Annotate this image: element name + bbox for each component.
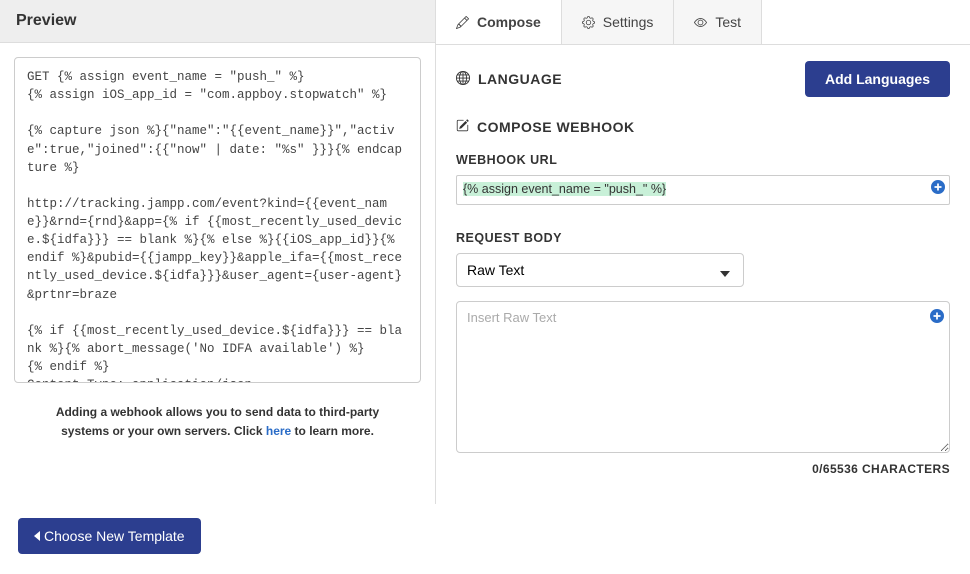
plus-circle-icon[interactable] xyxy=(930,309,944,323)
edit-icon xyxy=(456,119,469,135)
request-body-type-select[interactable]: Raw Text xyxy=(456,253,744,287)
preview-code: GET {% assign event_name = "push_" %} {%… xyxy=(14,57,421,383)
request-body-label: REQUEST BODY xyxy=(456,231,950,245)
character-count: 0/65536 CHARACTERS xyxy=(456,462,950,476)
preview-help-text: Adding a webhook allows you to send data… xyxy=(14,403,421,441)
language-section-label: LANGUAGE xyxy=(456,71,562,88)
choose-template-button[interactable]: Choose New Template xyxy=(18,518,201,554)
preview-header: Preview xyxy=(0,0,435,43)
compose-panel: Compose Settings Test xyxy=(436,0,970,504)
preview-title: Preview xyxy=(16,12,419,30)
request-body-textarea[interactable] xyxy=(456,301,950,453)
globe-icon xyxy=(456,71,470,88)
tab-bar: Compose Settings Test xyxy=(436,0,970,45)
gear-icon xyxy=(582,16,595,29)
eye-icon xyxy=(694,16,707,29)
add-languages-button[interactable]: Add Languages xyxy=(805,61,950,97)
footer: Choose New Template xyxy=(0,504,970,568)
compose-section-label: COMPOSE WEBHOOK xyxy=(456,119,950,135)
pencil-icon xyxy=(456,16,469,29)
tab-compose[interactable]: Compose xyxy=(436,0,562,44)
plus-circle-icon[interactable] xyxy=(931,180,945,194)
preview-panel: Preview GET {% assign event_name = "push… xyxy=(0,0,436,504)
tab-test[interactable]: Test xyxy=(674,0,762,44)
tab-settings[interactable]: Settings xyxy=(562,0,675,44)
caret-left-icon xyxy=(34,528,40,544)
webhook-url-input[interactable]: {% assign event_name = "push_" %} xyxy=(456,175,950,205)
learn-more-link[interactable]: here xyxy=(266,424,291,438)
webhook-url-label: WEBHOOK URL xyxy=(456,153,950,167)
